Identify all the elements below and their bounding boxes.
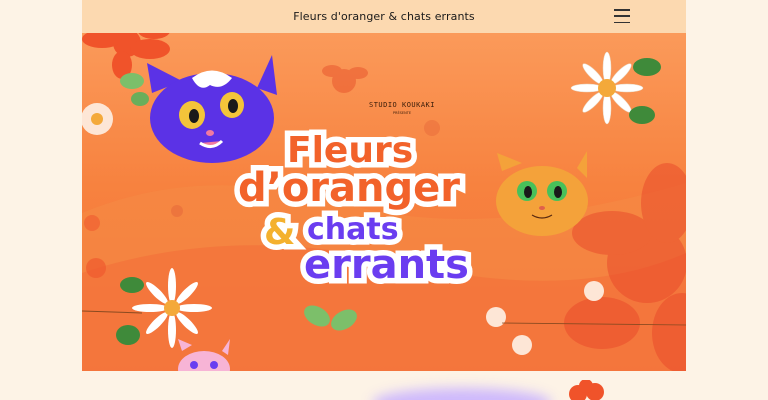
white-flower-icon xyxy=(82,103,113,135)
site-container: Fleurs d'oranger & chats errants STUDIO … xyxy=(82,0,686,400)
daisy-icon xyxy=(570,51,661,125)
title-fleurs: Fleurs xyxy=(281,127,418,174)
studio-name: STUDIO KOUKAKI xyxy=(368,101,435,109)
title-errants: errants xyxy=(299,240,475,291)
title-ampersand: & xyxy=(258,209,301,256)
studio-credit: STUDIO KOUKAKI PRÉSENTE xyxy=(352,101,452,115)
site-title[interactable]: Fleurs d'oranger & chats errants xyxy=(293,10,475,23)
studio-presents: PRÉSENTE xyxy=(392,111,412,115)
hero-title: Fleurs d’oranger & chats errants xyxy=(232,123,552,313)
hero-banner: STUDIO KOUKAKI PRÉSENTE Fleurs d’oranger… xyxy=(82,33,686,371)
site-header: Fleurs d'oranger & chats errants xyxy=(82,0,686,33)
hamburger-menu-icon[interactable] xyxy=(614,9,630,23)
title-chats: chats xyxy=(302,209,405,250)
red-flower-icon xyxy=(569,380,604,400)
section-decoration xyxy=(372,388,552,400)
title-oranger: d’oranger xyxy=(233,163,466,214)
